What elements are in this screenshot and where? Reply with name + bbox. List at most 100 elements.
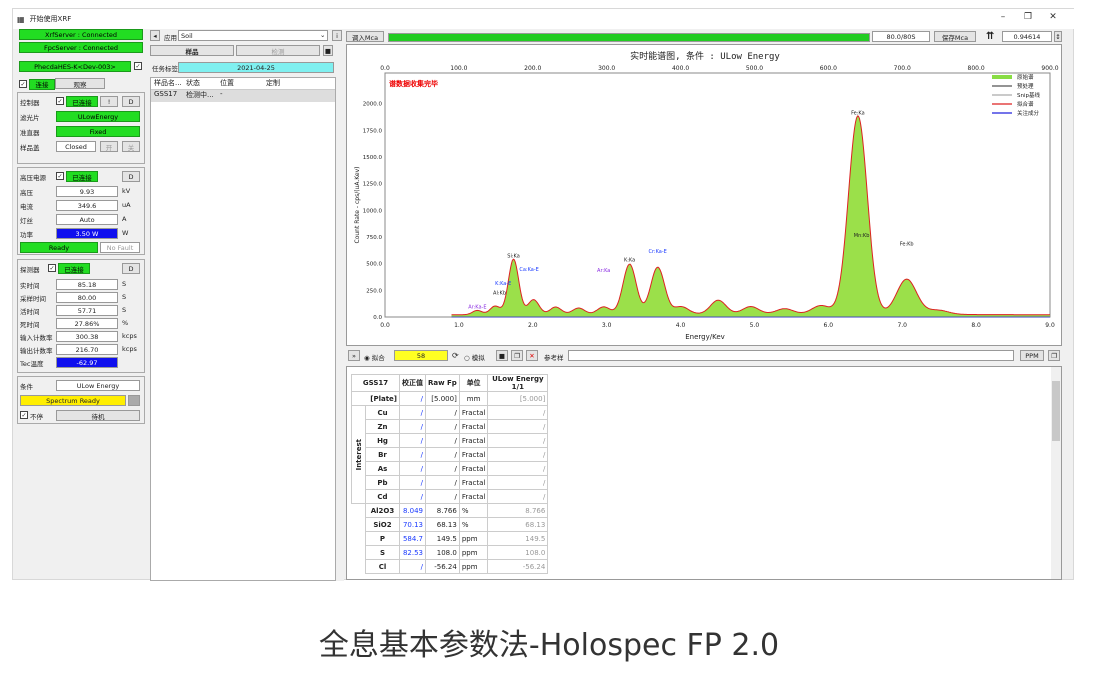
left-panel: XrfServer : Connected FpcServer : Connec… [17, 29, 147, 429]
device-status[interactable]: PhecdaHES-K<Dev-003> [19, 61, 131, 72]
detector-checkbox[interactable]: ✓ [48, 264, 56, 272]
table-row[interactable]: S 82.53 108.0 ppm 108.0 [352, 545, 549, 560]
save-mca-button[interactable]: 保存Mca [934, 31, 976, 42]
observe-button[interactable]: 观察 [55, 78, 105, 89]
chevron-down-icon[interactable]: ⌄ [320, 31, 325, 39]
list-item[interactable]: GSS17 检测中... - [151, 90, 335, 102]
task-date[interactable]: 2021-04-25 [178, 62, 334, 73]
table-cell: / [487, 405, 549, 420]
application-select[interactable]: Soil [178, 30, 328, 41]
sample-button[interactable]: 样品 [150, 45, 234, 56]
connect-tab[interactable]: 连接 [29, 78, 55, 90]
detect-button[interactable]: 检测 [236, 45, 320, 56]
export-icon[interactable]: ❐ [1048, 350, 1060, 361]
table-cell: / [487, 447, 549, 462]
plot-area [384, 72, 1051, 318]
condition-value[interactable]: ULow Energy [56, 380, 140, 391]
peak-label: Fe:Ka [851, 110, 865, 116]
spectrum-chart: 实时能谱图, 条件 : ULow Energy 谱数据收集完毕 0.0 1.0 2.0 3… [346, 44, 1062, 346]
collimator-value[interactable]: Fixed [56, 126, 140, 137]
y-axis-label: Count Rate - cps/(uA.Kev) [354, 167, 361, 244]
current-value[interactable]: 349.6 [56, 200, 118, 211]
detector-d-button[interactable]: D [122, 263, 140, 274]
table-row[interactable]: P 584.7 149.5 ppm 149.5 [352, 531, 549, 546]
copy-icon[interactable]: ❐ [511, 350, 523, 361]
expand-button[interactable]: » [348, 350, 360, 361]
table-row[interactable]: Cl / -56.24 ppm -56.24 [352, 559, 549, 574]
filter-value[interactable]: ULowEnergy [56, 111, 140, 122]
table-row[interactable]: Interest Cu / / Fractal / [351, 405, 549, 504]
column-header[interactable]: 位置 [217, 78, 263, 89]
table-row[interactable]: Al2O3 8.049 8.766% 8.766 [352, 503, 549, 518]
collapse-left-button[interactable]: ◂ [150, 30, 160, 41]
column-header[interactable]: 样品名... [151, 78, 183, 89]
controller-alert-button[interactable]: ! [100, 96, 118, 107]
hv-d-button[interactable]: D [122, 171, 140, 182]
table-cell: / [399, 559, 426, 574]
x-tick-label: 2.0 [528, 322, 538, 329]
close-icon[interactable]: ✕ [1043, 12, 1063, 22]
detector-row-label: 输入计数率 [20, 334, 53, 342]
table-cell: 149.5 [425, 531, 460, 546]
table-row[interactable]: SiO2 70.13 68.13% 68.13 [352, 517, 549, 532]
fit-radio[interactable]: ◉ 拟合 [364, 352, 385, 362]
connect-checkbox[interactable]: ✓ [19, 80, 27, 88]
legend-entry: 拟合谱 [1017, 100, 1034, 108]
hv-checkbox[interactable]: ✓ [56, 172, 64, 180]
filament-value[interactable]: Auto [56, 214, 118, 225]
controller-group: 控制器 ✓ 已连接 ! D 滤光片 ULowEnergy 准直器 Fixed 样… [17, 92, 145, 164]
table-row[interactable]: [Plate] / [5.000] mm [5.000] [351, 391, 549, 406]
ppm-button[interactable]: PPM [1020, 350, 1044, 361]
table-row[interactable]: Pb / / Fractal / [352, 475, 549, 490]
count-input[interactable]: 58 [394, 350, 448, 361]
info-button[interactable]: i [332, 30, 342, 41]
controller-label: 控制器 [20, 99, 40, 107]
reference-input[interactable] [568, 350, 1014, 361]
maximize-icon[interactable]: ❐ [1018, 12, 1038, 22]
voltage-value[interactable]: 9.93 [56, 186, 118, 197]
stop-icon[interactable]: ■ [323, 45, 333, 56]
table-cell: / [399, 475, 426, 490]
table-row[interactable]: Hg / / Fractal / [352, 433, 549, 448]
table-cell: As [365, 461, 400, 476]
table-row[interactable]: Zn / / Fractal / [352, 419, 549, 434]
controller-checkbox[interactable]: ✓ [56, 97, 64, 105]
controller-d-button[interactable]: D [122, 96, 140, 107]
column-header[interactable]: 定制 [263, 78, 303, 89]
standby-button[interactable]: 待机 [56, 410, 140, 421]
table-cell: [5.000] [487, 391, 549, 406]
table-cell: / [487, 419, 549, 434]
refresh-icon[interactable]: ⟳ [452, 351, 459, 360]
table-cell: ppm [458, 531, 489, 546]
table-cell: Fractal [458, 461, 489, 476]
peak-label: Al:Kb [493, 291, 506, 297]
table-cell: / [425, 447, 460, 462]
spinner-icon[interactable]: ↕ [1054, 31, 1062, 42]
close-button[interactable]: 关 [122, 141, 140, 152]
device-checkbox[interactable]: ✓ [134, 62, 142, 70]
load-mca-button[interactable]: 调入Mca [346, 31, 384, 42]
spectrum-svg: 实时能谱图, 条件 : ULow Energy 谱数据收集完毕 0.0 1.0 2.0 3… [354, 50, 1059, 341]
table-row[interactable]: As / / Fractal / [352, 461, 549, 476]
peak-label: K:Ka-E [495, 281, 511, 287]
table-cell: / [425, 475, 460, 490]
scale-input[interactable]: 0.94614 [1002, 31, 1052, 42]
scrollbar[interactable] [1051, 367, 1061, 579]
stop-icon[interactable]: ■ [496, 350, 508, 361]
table-row[interactable]: Cd / / Fractal / [352, 489, 549, 504]
x-tick-label: 5.0 [750, 322, 760, 329]
table-cell: 149.5 [487, 531, 549, 546]
table-cell: 68.13 [425, 517, 460, 532]
column-header[interactable]: 状态 [183, 78, 217, 89]
legend-entry: Snip基线 [1017, 91, 1040, 99]
nonstop-checkbox[interactable]: ✓ [20, 411, 28, 419]
x-top-tick-label: 800.0 [968, 65, 985, 72]
table-cell: Zn [365, 419, 400, 434]
minimize-icon[interactable]: – [993, 12, 1013, 22]
sort-icon[interactable]: ⇈ [986, 31, 994, 42]
simulate-radio[interactable]: ○ 模拟 [464, 352, 485, 362]
open-button[interactable]: 开 [100, 141, 118, 152]
table-row[interactable]: Br / / Fractal / [352, 447, 549, 462]
scrollbar-thumb[interactable] [1052, 381, 1060, 441]
clear-icon[interactable]: ✕ [526, 350, 538, 361]
